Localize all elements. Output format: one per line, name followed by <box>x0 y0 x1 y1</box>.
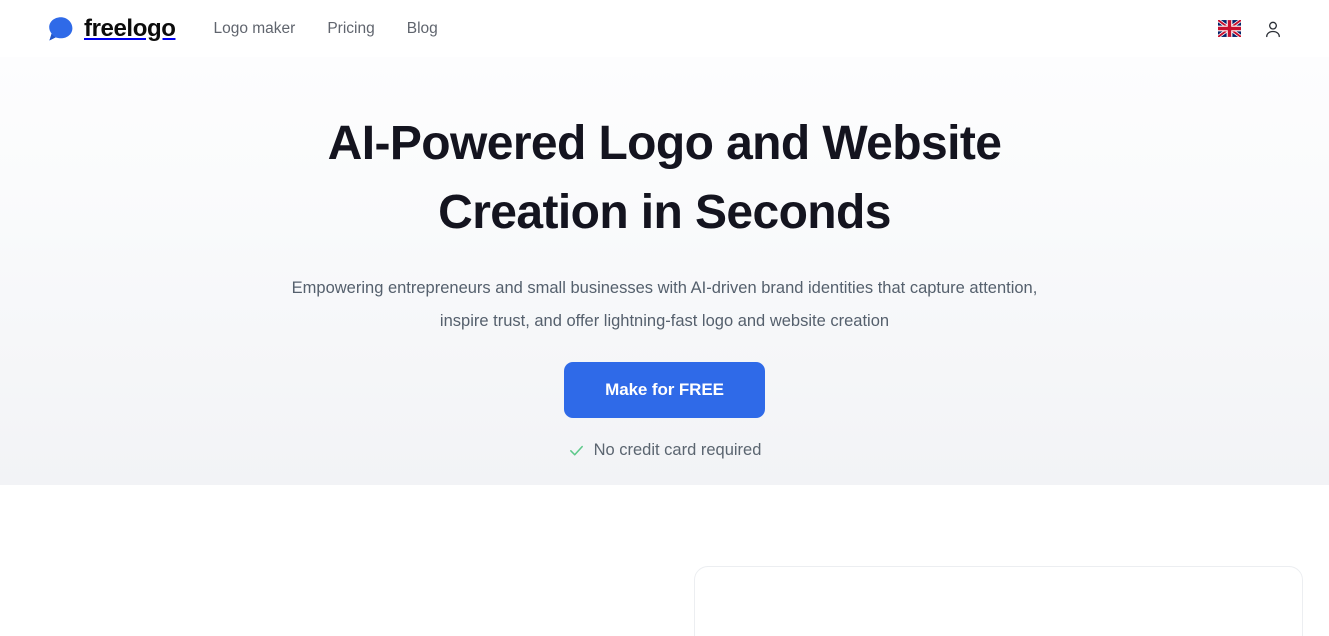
speech-bubble-logo-icon <box>46 15 74 43</box>
header-actions <box>1216 18 1283 39</box>
nav-item-logo-maker[interactable]: Logo maker <box>201 15 311 43</box>
preview-card[interactable] <box>694 566 1303 636</box>
no-credit-card-label: No credit card required <box>593 441 762 460</box>
brand-logo-link[interactable]: freelogo <box>46 14 176 43</box>
hero-cta-wrapper: Make for FREE <box>564 362 765 419</box>
hero-section: AI-Powered Logo and Website Creation in … <box>0 57 1329 485</box>
main-navigation: Logo maker Pricing Blog <box>201 15 453 43</box>
uk-flag-icon[interactable] <box>1216 18 1243 39</box>
no-credit-card-note: No credit card required <box>568 441 762 460</box>
make-for-free-button[interactable]: Make for FREE <box>564 362 765 419</box>
user-account-icon[interactable] <box>1263 19 1283 39</box>
hero-subtitle: Empowering entrepreneurs and small busin… <box>291 279 1038 331</box>
green-check-icon <box>568 442 585 459</box>
brand-name: freelogo <box>84 14 176 42</box>
nav-item-blog[interactable]: Blog <box>391 15 454 43</box>
nav-item-pricing[interactable]: Pricing <box>311 15 390 43</box>
site-header: freelogo Logo maker Pricing Blog <box>0 0 1329 57</box>
below-hero-section <box>0 485 1329 636</box>
page-root: freelogo Logo maker Pricing Blog AI-Powe… <box>0 0 1329 636</box>
page-title: AI-Powered Logo and Website Creation in … <box>327 117 1002 240</box>
